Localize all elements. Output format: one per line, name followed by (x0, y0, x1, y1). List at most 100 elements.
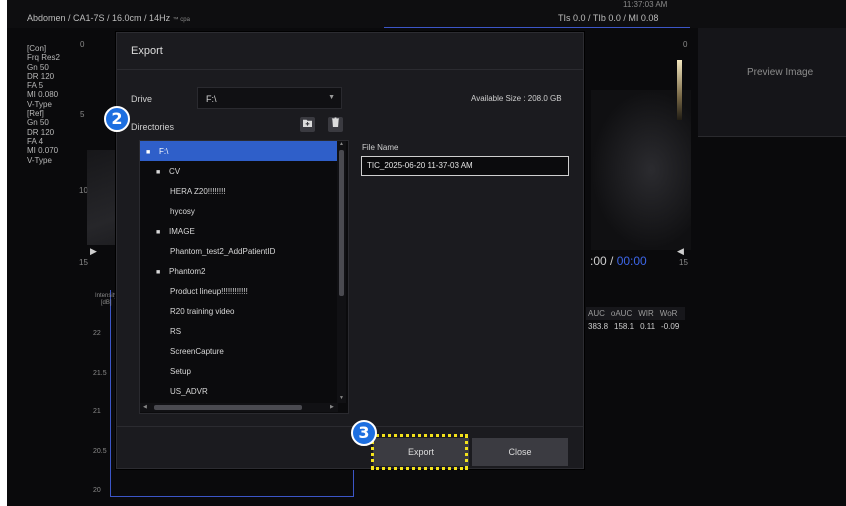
param-line: MI 0.080 (27, 90, 59, 100)
image-parameters: [Con] Frq Res2 Gn 50 DR 120 FA 5 MI 0.080 V-Ty… (27, 44, 60, 165)
tree-item[interactable]: ■ Phantom2 (140, 261, 338, 281)
tree-item-label: CV (169, 167, 181, 176)
tree-item-label: F:\ (159, 147, 169, 156)
scroll-right-icon[interactable]: ▶ (330, 404, 334, 410)
delete-button[interactable] (328, 117, 343, 132)
available-size: Available Size : 208.0 GB (471, 94, 562, 103)
trash-icon (331, 117, 340, 127)
param-line: DR 120 (27, 71, 55, 81)
horizontal-scroll-thumb[interactable] (154, 405, 302, 410)
y-tick: 22 (93, 330, 101, 337)
close-button[interactable]: Close (472, 438, 568, 466)
top-accent-line (384, 27, 690, 28)
table-cell: 383.8 (588, 322, 609, 331)
tree-item[interactable]: HERA Z20!!!!!!!! (140, 181, 338, 201)
y-tick: 21.5 (93, 370, 107, 377)
tree-vertical-scrollbar[interactable]: ▲ ▼ (337, 141, 346, 403)
tree-item[interactable]: ■ IMAGE (140, 221, 338, 241)
preview-image-label: Preview Image (747, 67, 814, 78)
scroll-left-icon[interactable]: ◀ (143, 404, 147, 410)
tree-item[interactable]: US_ADVR (140, 381, 338, 401)
tree-item[interactable]: Phantom_test2_AddPatientID (140, 241, 338, 261)
left-ruler-5: 5 (80, 110, 85, 119)
tree-item[interactable]: ScreenCapture (140, 341, 338, 361)
param-line: Frq Res2 (27, 53, 60, 63)
tree-item-label: US_ADVR (170, 387, 208, 396)
table-header-cell: AUC (588, 309, 605, 318)
scroll-up-icon[interactable]: ▲ (339, 141, 344, 147)
param-line: V-Type (27, 99, 52, 109)
folder-icon: ■ (156, 269, 161, 276)
tree-item[interactable]: RS (140, 321, 338, 341)
directories-label: Directories (131, 122, 175, 132)
table-cell: 0.11 (640, 322, 656, 331)
tree-item-label: ScreenCapture (170, 347, 224, 356)
grayscale-bar (677, 60, 682, 120)
step-badge-2: 2 (104, 106, 130, 132)
drive-label: Drive (131, 94, 153, 104)
table-cell: 158.1 (614, 322, 635, 331)
file-name-input[interactable]: TIC_2025-06-20 11-37-03 AM (361, 156, 569, 176)
tree-item-label: Setup (170, 367, 191, 376)
tree-item[interactable]: R20 training video (140, 301, 338, 321)
export-dialog: Export Drive F:\ ▼ Available Size : 208.… (116, 32, 584, 469)
drive-select[interactable]: F:\ ▼ (197, 87, 342, 109)
folder-icon: ■ (156, 229, 161, 236)
ultrasound-image-right (591, 90, 691, 250)
preview-panel (698, 28, 846, 137)
new-folder-icon (303, 119, 312, 127)
divider (117, 426, 583, 427)
tree-horizontal-scrollbar[interactable]: ◀ ▶ (140, 403, 338, 412)
tree-item-label: Phantom2 (169, 267, 206, 276)
tree-item-label: IMAGE (169, 227, 195, 236)
tree-item[interactable]: Product lineup!!!!!!!!!!!! (140, 281, 338, 301)
param-line: DR 120 (27, 127, 55, 137)
chevron-down-icon: ▼ (328, 94, 335, 101)
param-line: [Ref] (27, 109, 44, 119)
tic-table-header: AUC oAUC WIR WoR (586, 307, 686, 320)
scroll-down-icon[interactable]: ▼ (339, 395, 344, 401)
vertical-scroll-thumb[interactable] (339, 150, 344, 296)
file-name-label: File Name (362, 143, 399, 152)
table-header-cell: WIR (638, 309, 654, 318)
right-marker-icon: ◀ (677, 246, 684, 256)
right-ruler-0: 0 (683, 40, 688, 49)
tree-item[interactable]: ■ F:\ (140, 141, 338, 161)
new-folder-button[interactable] (300, 117, 315, 132)
param-line: V-Type (27, 155, 52, 165)
folder-open-icon: ■ (146, 149, 151, 156)
tree-item-label: Product lineup!!!!!!!!!!!! (170, 287, 248, 296)
tree-item-label: RS (170, 327, 182, 336)
clock: 11:37:03 AM (623, 0, 668, 9)
step-badge-3: 3 (351, 420, 377, 446)
tree-item-label: hycosy (170, 207, 195, 216)
tree-item-label: Phantom_test2_AddPatientID (170, 247, 276, 256)
tree-item[interactable]: Setup (140, 361, 338, 381)
y-tick: 21 (93, 408, 101, 415)
graph-y-title: Intensity [dB] (95, 293, 118, 306)
tic-table-row: 383.8 158.1 0.11 -0.09 (586, 321, 687, 332)
left-marker-icon: ▶ (90, 246, 97, 256)
probe-info: Abdomen / CA1-7S / 16.0cm / 14Hz ™ cpa (27, 13, 190, 23)
table-cell: -0.09 (661, 322, 680, 331)
divider (117, 69, 583, 70)
right-ruler-15: 15 (679, 258, 688, 267)
left-ruler-0: 0 (80, 40, 85, 49)
cine-timer: :00 / 00:00 (590, 254, 647, 268)
drive-value: F:\ (206, 94, 217, 104)
y-tick: 20.5 (93, 448, 107, 455)
folder-icon: ■ (156, 169, 161, 176)
dialog-title: Export (131, 45, 163, 57)
tree-item-label: R20 training video (170, 307, 235, 316)
left-ruler-15: 15 (79, 258, 88, 267)
param-line: Gn 50 (27, 118, 49, 128)
param-line: FA 5 (27, 81, 44, 91)
tree-item[interactable]: ■ CV (140, 161, 338, 181)
tree-item-label: HERA Z20!!!!!!!! (170, 187, 226, 196)
param-line: FA 4 (27, 136, 44, 146)
tree-item[interactable]: hycosy (140, 201, 338, 221)
param-line: MI 0.070 (27, 146, 59, 156)
y-tick: 20 (93, 487, 101, 494)
directory-tree[interactable]: US_ADVR Setup ScreenCapture RS R20 training … (139, 140, 349, 414)
export-highlight (371, 434, 468, 470)
